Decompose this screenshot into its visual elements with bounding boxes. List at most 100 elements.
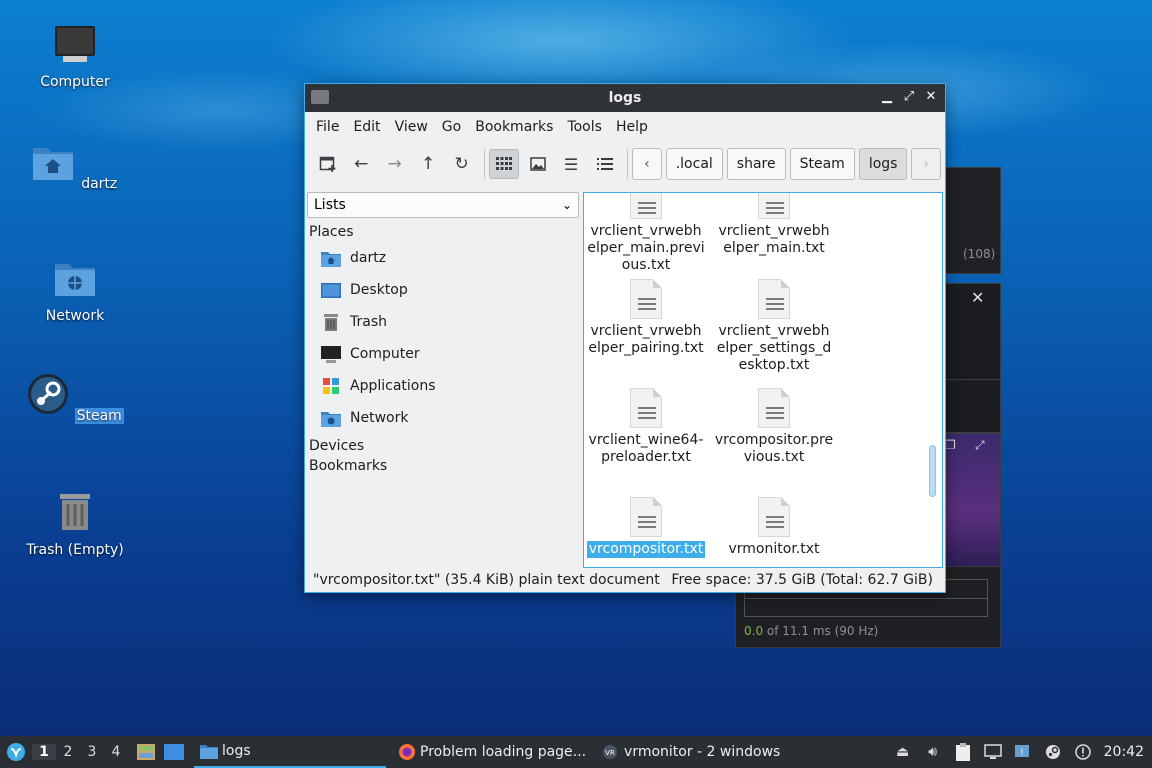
workspace-3[interactable]: 3 xyxy=(80,744,104,760)
menu-view[interactable]: View xyxy=(388,119,435,135)
restore-icon[interactable]: ❐ xyxy=(945,438,956,452)
update-notifier-icon[interactable]: ! xyxy=(1014,743,1032,761)
title-bar[interactable]: logs ▁ ⤢ ✕ xyxy=(305,84,945,112)
up-button[interactable]: ↑ xyxy=(413,149,442,179)
back-button[interactable]: ← xyxy=(346,149,375,179)
place-dartz[interactable]: dartz xyxy=(307,242,579,274)
steam-tray-icon[interactable] xyxy=(1044,743,1062,761)
breadcrumb-scroll-right[interactable]: › xyxy=(911,148,941,180)
file-cabinet-icon xyxy=(137,744,155,760)
background-window-top[interactable]: (108) xyxy=(944,167,1001,274)
clipboard-icon[interactable] xyxy=(954,743,972,761)
new-window-button[interactable] xyxy=(313,149,342,179)
computer-icon xyxy=(321,345,341,363)
text-file-icon xyxy=(630,497,662,537)
place-applications[interactable]: Applications xyxy=(307,370,579,402)
menu-tools[interactable]: Tools xyxy=(560,119,609,135)
menu-edit[interactable]: Edit xyxy=(346,119,387,135)
reload-icon: ↻ xyxy=(454,154,469,174)
thumbnail-view-button[interactable] xyxy=(523,149,552,179)
icon-view-button[interactable] xyxy=(489,149,519,179)
file-item[interactable]: vrmonitor.txt xyxy=(712,497,836,558)
menu-help[interactable]: Help xyxy=(609,119,655,135)
file-name-line: vrcompositor.pre xyxy=(714,432,834,448)
desktop-icon-label: Network xyxy=(45,308,105,324)
file-item[interactable]: vrclient_vrwebh elper_main.previ ous.txt xyxy=(584,193,708,274)
file-manager-window[interactable]: logs ▁ ⤢ ✕ File Edit View Go Bookmarks T… xyxy=(304,83,946,593)
file-name-line: vrclient_vrwebh xyxy=(718,323,830,339)
firefox-icon xyxy=(399,744,415,760)
section-bookmarks[interactable]: Bookmarks xyxy=(307,458,579,482)
breadcrumb-scroll-left[interactable]: ‹ xyxy=(632,148,662,180)
menu-file[interactable]: File xyxy=(309,119,346,135)
place-network[interactable]: Network xyxy=(307,402,579,434)
new-window-icon xyxy=(319,156,336,172)
close-icon[interactable]: ✕ xyxy=(923,88,939,106)
show-desktop-button[interactable] xyxy=(160,736,188,768)
fullscreen-icon[interactable]: ⤢ xyxy=(975,438,985,453)
quicklaunch-file-manager[interactable] xyxy=(132,736,160,768)
section-places[interactable]: Places xyxy=(307,218,579,242)
reload-button[interactable]: ↻ xyxy=(447,149,476,179)
desktop-icon-dartz[interactable]: dartz xyxy=(20,140,130,192)
text-file-icon xyxy=(630,388,662,428)
file-item[interactable]: vrcompositor.pre vious.txt xyxy=(712,388,836,466)
file-view[interactable]: vrclient_vrwebh elper_main.previ ous.txt… xyxy=(583,192,943,568)
text-file-icon xyxy=(758,388,790,428)
task-vrmonitor[interactable]: VR vrmonitor - 2 windows xyxy=(596,736,786,768)
close-icon[interactable]: ✕ xyxy=(971,288,984,307)
file-item[interactable]: vrclient_vrwebh elper_pairing.txt xyxy=(584,279,708,357)
minimize-icon[interactable]: ▁ xyxy=(879,88,895,106)
forward-button[interactable]: → xyxy=(380,149,409,179)
volume-icon[interactable]: 🔊︎ xyxy=(924,743,942,761)
task-firefox[interactable]: Problem loading page... xyxy=(392,736,592,768)
clock[interactable]: 20:42 xyxy=(1104,744,1144,760)
desktop-icon xyxy=(321,281,341,299)
file-item[interactable]: vrclient_vrwebh elper_main.txt xyxy=(712,193,836,257)
menu-bookmarks[interactable]: Bookmarks xyxy=(468,119,560,135)
breadcrumb-steam[interactable]: Steam xyxy=(789,148,855,180)
network-tray-icon[interactable] xyxy=(983,743,1002,761)
breadcrumb-logs[interactable]: logs xyxy=(858,148,908,180)
section-devices[interactable]: Devices xyxy=(307,434,579,458)
place-label: Desktop xyxy=(350,282,408,298)
eject-icon[interactable]: ⏏ xyxy=(894,743,912,761)
file-name-line: ous.txt xyxy=(621,257,671,273)
compact-view-button[interactable]: ☰ xyxy=(556,149,585,179)
start-menu-button[interactable] xyxy=(0,736,32,768)
applications-icon xyxy=(321,377,341,395)
notification-icon[interactable] xyxy=(1074,743,1092,761)
file-item[interactable]: vrclient_wine64- preloader.txt xyxy=(584,388,708,466)
status-free-space: Free space: 37.5 GiB (Total: 62.7 GiB) xyxy=(671,572,933,588)
system-tray: ⏏ 🔊︎ ! 20:42 xyxy=(894,743,1152,761)
background-window-middle[interactable]: ✕ xyxy=(944,283,1002,433)
desktop-icon-steam[interactable]: Steam xyxy=(20,372,130,424)
vertical-scrollbar-thumb[interactable] xyxy=(929,445,936,497)
desktop-icon-computer[interactable]: Computer xyxy=(20,22,130,90)
place-trash[interactable]: Trash xyxy=(307,306,579,338)
desktop-icon-trash[interactable]: Trash (Empty) xyxy=(20,490,130,558)
menu-go[interactable]: Go xyxy=(435,119,468,135)
file-item-selected[interactable]: vrcompositor.txt xyxy=(584,497,708,558)
task-logs[interactable]: logs xyxy=(194,736,386,768)
up-arrow-icon: ↑ xyxy=(421,154,436,174)
home-folder-icon xyxy=(321,249,341,267)
workspace-1[interactable]: 1 xyxy=(32,744,56,760)
breadcrumb-share[interactable]: share xyxy=(726,148,786,180)
side-pane-mode-select[interactable]: Lists ⌄ xyxy=(307,192,579,218)
breadcrumb-local[interactable]: .local xyxy=(665,148,723,180)
file-item[interactable]: vrclient_vrwebh elper_settings_d esktop.… xyxy=(712,279,836,374)
timing-rest: of 11.1 ms (90 Hz) xyxy=(763,624,879,638)
detailed-list-icon xyxy=(596,158,613,170)
desktop-icon-network[interactable]: Network xyxy=(20,256,130,324)
trash-icon xyxy=(60,494,90,530)
file-name-line: vrclient_wine64- xyxy=(588,432,704,448)
lxqt-logo-icon xyxy=(7,743,25,761)
place-desktop[interactable]: Desktop xyxy=(307,274,579,306)
desktop-icon-label: Trash (Empty) xyxy=(26,542,124,558)
place-computer[interactable]: Computer xyxy=(307,338,579,370)
detailed-view-button[interactable] xyxy=(590,149,619,179)
workspace-2[interactable]: 2 xyxy=(56,744,80,760)
maximize-icon[interactable]: ⤢ xyxy=(901,88,917,106)
workspace-4[interactable]: 4 xyxy=(104,744,128,760)
